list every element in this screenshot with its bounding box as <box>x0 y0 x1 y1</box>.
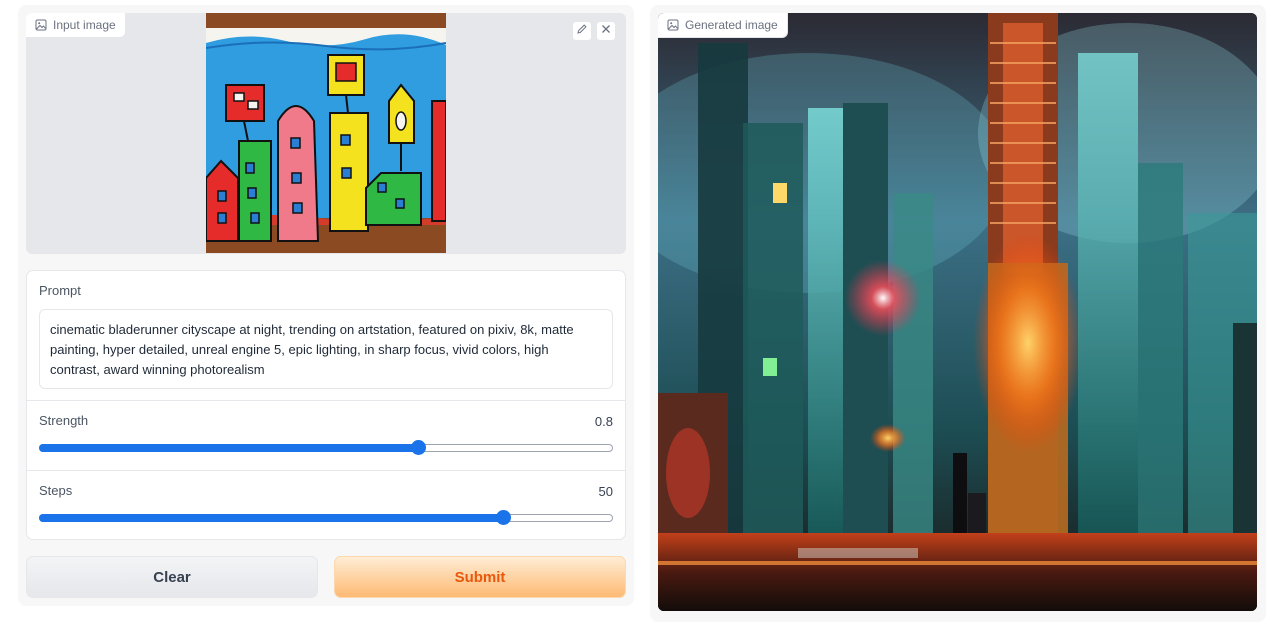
steps-label: Steps <box>39 483 73 498</box>
input-drawing-image <box>206 13 446 253</box>
generated-city-image <box>658 13 1257 611</box>
strength-slider-fill <box>39 444 417 452</box>
generated-image-label: Generated image <box>658 13 788 38</box>
pencil-icon <box>576 22 588 40</box>
input-panel: Input image Prompt cinematic bladerunner… <box>18 5 634 606</box>
output-panel: Generated image <box>650 5 1266 622</box>
prompt-textarea[interactable]: cinematic bladerunner cityscape at night… <box>39 309 613 389</box>
edit-image-button[interactable] <box>572 21 592 41</box>
steps-slider-thumb[interactable] <box>496 510 512 525</box>
strength-value[interactable]: 0.8 <box>595 414 613 429</box>
prompt-label: Prompt <box>39 283 81 298</box>
steps-section: Steps 50 <box>27 471 625 541</box>
strength-slider-thumb[interactable] <box>410 440 426 455</box>
strength-slider[interactable] <box>39 440 613 455</box>
clear-button[interactable]: Clear <box>26 556 318 598</box>
generated-image-block[interactable]: Generated image <box>658 13 1257 611</box>
image-icon <box>35 19 47 31</box>
generated-image-label-text: Generated image <box>685 18 778 32</box>
steps-value[interactable]: 50 <box>599 484 613 499</box>
steps-slider[interactable] <box>39 510 613 525</box>
form-card: Prompt cinematic bladerunner cityscape a… <box>26 270 626 540</box>
input-image-label: Input image <box>26 13 126 38</box>
input-image-block[interactable]: Input image <box>26 13 626 254</box>
steps-slider-fill <box>39 514 503 522</box>
clear-image-button[interactable] <box>596 21 616 41</box>
strength-label: Strength <box>39 413 89 428</box>
strength-section: Strength 0.8 <box>27 401 625 471</box>
prompt-section: Prompt cinematic bladerunner cityscape a… <box>27 271 625 401</box>
image-icon <box>667 19 679 31</box>
input-image-label-text: Input image <box>53 18 116 32</box>
submit-button[interactable]: Submit <box>334 556 626 598</box>
close-icon <box>600 22 612 40</box>
